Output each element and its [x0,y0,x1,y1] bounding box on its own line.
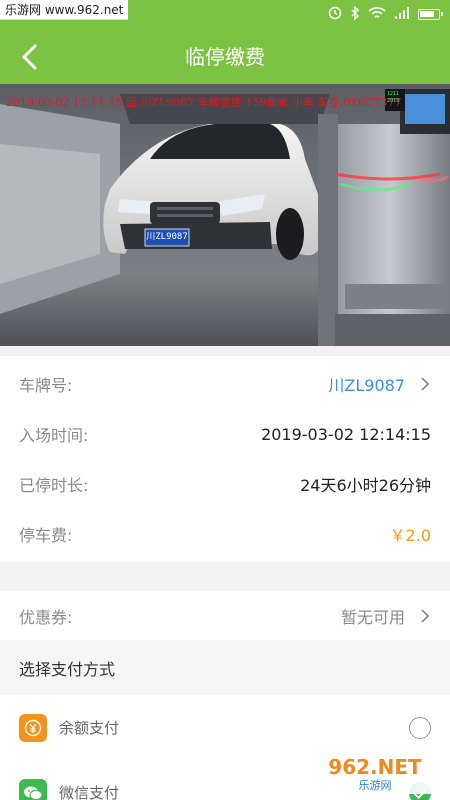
payment-method-heading: 选择支付方式 [0,640,450,695]
duration-label: 已停时长: [19,476,89,495]
status-icons [328,5,443,23]
nav-bar: 临停缴费 [0,30,450,84]
fee-value: ￥2.0 [389,526,431,545]
entry-camera-photo: 2019-03-02 12:14:15 蓝 川ZL9087 车牌宽度:159像素… [0,84,450,346]
plate-value[interactable]: 川ZL9087 [328,372,405,396]
duration-value: 24天6小时26分钟 [300,476,431,495]
entry-time-row: 入场时间: 2019-03-02 12:14:15 [0,409,450,459]
payment-option-label: 微信支付 [59,784,120,800]
payment-option-label: 余额支付 [59,719,120,737]
car-photo-illustration [0,84,450,346]
watermark-label: 乐游网 www.962.net [0,0,129,20]
camera-stamp-text: 2019-03-02 12:14:15 蓝 川ZL9087 车牌宽度:159像素… [6,96,402,109]
battery-icon [418,9,443,20]
site-logo-watermark: 962.NET 乐游网 [306,750,444,794]
coupon-card[interactable]: 优惠券: 暂无可用 [0,591,450,641]
wechat-icon [19,778,47,800]
site-logo-sub: 乐游网 [359,779,392,792]
plate-overlay: 川ZL9087 [146,232,188,242]
wallet-yen-icon [19,713,47,742]
coupon-label: 优惠券: [19,608,73,627]
entry-time-label: 入场时间: [19,426,89,445]
site-logo-main: 962.NET [328,755,422,779]
wifi-icon [368,6,386,23]
entry-time-value: 2019-03-02 12:14:15 [261,424,431,444]
fee-label: 停车费: [19,526,73,545]
bluetooth-icon [350,5,360,23]
booth-screen-text: 1211 2019 [387,91,400,104]
signal-icon [394,6,410,23]
coupon-row[interactable]: 优惠券: 暂无可用 [0,591,450,641]
status-bar: 乐游网 www.962.net [0,0,450,30]
chevron-right-icon [421,609,430,623]
payment-radio-unchecked[interactable] [409,716,431,739]
page-title: 临停缴费 [185,45,265,69]
plate-row[interactable]: 车牌号: 川ZL9087 [0,359,450,409]
coupon-value: 暂无可用 [340,608,405,627]
chevron-right-icon [421,377,430,391]
plate-label: 车牌号: [19,376,73,395]
alarm-icon [328,6,342,23]
fee-row: 停车费: ￥2.0 [0,509,450,559]
duration-row: 已停时长: 24天6小时26分钟 [0,459,450,509]
parking-details-card: 车牌号: 川ZL9087 入场时间: 2019-03-02 12:14:15 已… [0,356,450,562]
